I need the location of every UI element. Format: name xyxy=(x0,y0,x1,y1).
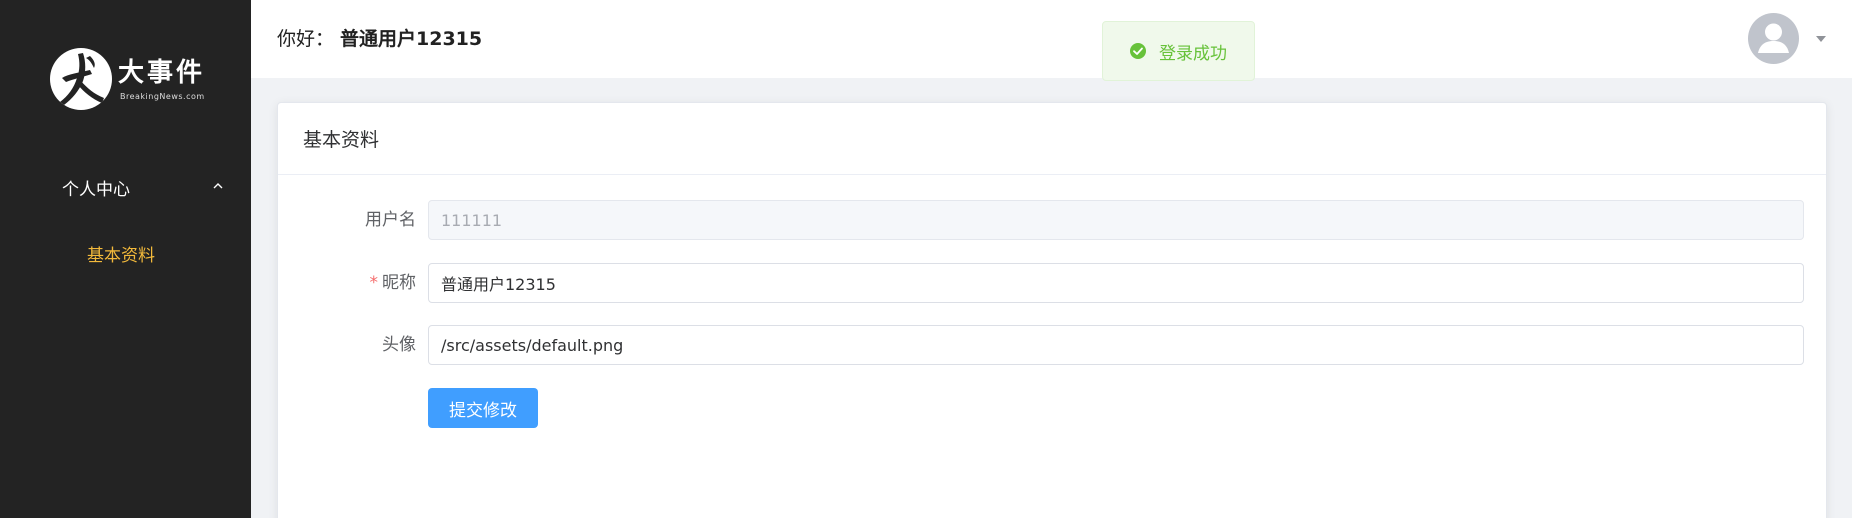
sidebar-group-label: 个人中心 xyxy=(62,179,130,200)
sidebar: 大事件 BreakingNews.com 个人中心 基本资料 xyxy=(0,0,251,518)
nickname-input[interactable] xyxy=(428,263,1804,303)
toast-message: 登录成功 xyxy=(1159,43,1227,64)
avatar-row: 头像 xyxy=(278,325,1826,365)
avatar-url-input[interactable] xyxy=(428,325,1804,365)
profile-card: 基本资料 用户名 *昵称 头像 提交修改 xyxy=(277,102,1827,518)
required-mark: * xyxy=(369,273,379,293)
logo: 大事件 BreakingNews.com xyxy=(50,44,210,110)
sidebar-item-basic-profile[interactable]: 基本资料 xyxy=(0,232,251,274)
check-circle-icon xyxy=(1130,43,1146,59)
main-content: 你好： 普通用户12315 登录成功 基本资料 用户名 111111 * 昵称 … xyxy=(251,0,1852,518)
greeting-prefix: 你好： xyxy=(277,28,335,50)
nickname-row: * 昵称 xyxy=(278,263,1826,303)
greeting: 你好： 普通用户12315 xyxy=(277,24,482,51)
top-header: 你好： 普通用户12315 xyxy=(251,0,1852,78)
logo-mark-icon xyxy=(50,48,112,110)
username-label: 用户名 xyxy=(365,210,416,230)
username-row: 用户名 xyxy=(278,200,1826,240)
logo-title: 大事件 xyxy=(118,58,206,88)
logo-subtitle: BreakingNews.com xyxy=(120,92,205,101)
sidebar-group-personal-center[interactable]: 个人中心 xyxy=(0,166,251,208)
user-name: 普通用户12315 xyxy=(340,28,483,50)
username-input xyxy=(428,200,1804,240)
nickname-label: * 昵称 xyxy=(278,263,417,303)
caret-down-icon[interactable] xyxy=(1815,34,1827,44)
card-title: 基本资料 xyxy=(278,103,1826,175)
submit-button[interactable]: 提交修改 xyxy=(428,388,538,428)
app-shell: 大事件 BreakingNews.com 个人中心 基本资料 你好： 普通用户12… xyxy=(0,0,1852,518)
user-avatar-icon[interactable] xyxy=(1748,13,1799,64)
avatar-label: 头像 xyxy=(382,335,416,355)
nickname-label-text: 昵称 xyxy=(382,273,416,293)
success-toast: 登录成功 xyxy=(1102,21,1255,81)
sidebar-item-label: 基本资料 xyxy=(87,245,155,266)
chevron-up-icon xyxy=(213,183,223,189)
